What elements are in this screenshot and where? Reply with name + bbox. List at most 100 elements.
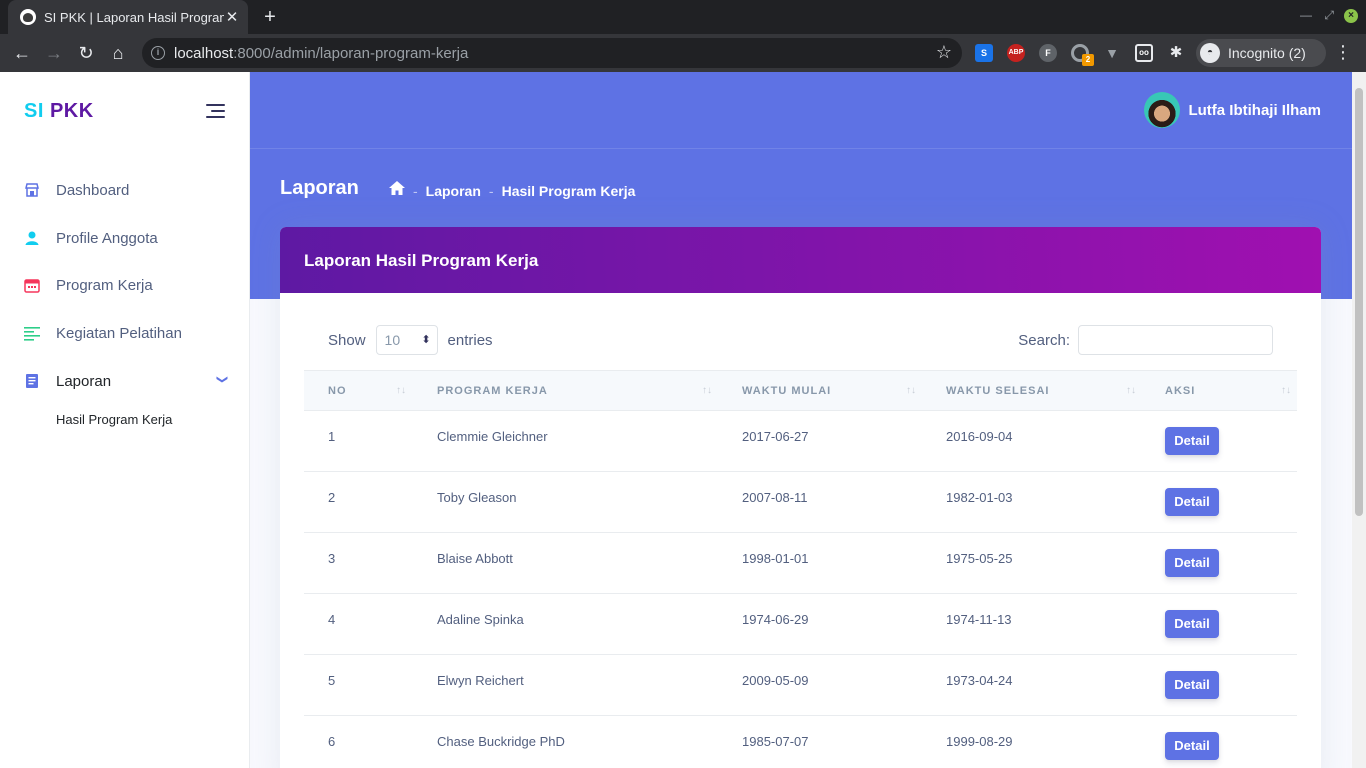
cell-waktu-selesai: 1974-11-13 [946, 612, 1012, 627]
detail-button[interactable]: Detail [1165, 671, 1219, 699]
incognito-label: Incognito (2) [1228, 45, 1306, 61]
incognito-icon: ◓ [1200, 43, 1220, 63]
window-close-icon[interactable]: × [1344, 9, 1358, 23]
cell-waktu-selesai: 1973-04-24 [946, 673, 1013, 688]
user-menu[interactable]: Lutfa Ibtihaji Ilham [1144, 92, 1321, 128]
sidebar-subitem-hasil-program-kerja[interactable]: Hasil Program Kerja [56, 412, 172, 427]
cell-program: Adaline Spinka [437, 612, 524, 627]
incognito-indicator[interactable]: ◓ Incognito (2) [1196, 39, 1326, 67]
sidebar-item-label: Kegiatan Pelatihan [56, 324, 182, 342]
sidebar-item-dashboard[interactable]: Dashboard [0, 170, 249, 210]
entries-select[interactable]: 10 [375, 325, 438, 355]
cell-waktu-mulai: 1985-07-07 [742, 734, 809, 749]
cell-program: Blaise Abbott [437, 551, 513, 566]
sort-asc-icon[interactable]: ↑↓ [396, 385, 406, 396]
chevron-down-icon[interactable]: ❯ [216, 375, 229, 384]
forward-icon[interactable]: → [41, 40, 67, 66]
detail-button[interactable]: Detail [1165, 549, 1219, 577]
page-scrollbar[interactable] [1352, 72, 1366, 768]
sidebar-item-program-kerja[interactable]: Program Kerja [0, 265, 249, 305]
address-bar[interactable]: i localhost:8000/admin/laporan-program-k… [142, 38, 962, 68]
scrollbar-thumb[interactable] [1355, 88, 1363, 516]
restore-icon[interactable]: ⤢ [1324, 8, 1334, 23]
sidebar-item-laporan[interactable]: Laporan ❯ [0, 361, 249, 401]
table-row: 2 Toby Gleason 2007-08-11 1982-01-03 Det… [304, 472, 1297, 533]
page-title: Laporan [280, 177, 359, 199]
detail-button[interactable]: Detail [1165, 732, 1219, 760]
column-header-waktu-mulai[interactable]: WAKTU MULAI [742, 385, 831, 397]
document-icon [24, 373, 40, 389]
align-left-icon [24, 325, 40, 341]
avatar[interactable] [1144, 92, 1181, 128]
cell-waktu-mulai: 2017-06-27 [742, 429, 809, 444]
cell-program: Toby Gleason [437, 490, 517, 505]
search-input[interactable] [1078, 325, 1273, 355]
incognito-favicon-icon [20, 9, 36, 25]
breadcrumb-item-laporan[interactable]: Laporan [426, 183, 481, 199]
entries-length-control: Show 10 entries [328, 325, 493, 355]
table-row: 3 Blaise Abbott 1998-01-01 1975-05-25 De… [304, 533, 1297, 594]
reload-icon[interactable]: ↻ [73, 40, 99, 66]
vue-devtools-icon[interactable]: ▼ [1103, 44, 1121, 62]
bookmark-star-icon[interactable]: ☆ [936, 42, 952, 63]
glasses-icon[interactable]: oo [1135, 44, 1153, 62]
column-header-no[interactable]: NO [328, 385, 347, 397]
brand-logo[interactable]: SI PKK [24, 100, 94, 123]
minimize-icon[interactable]: — [1300, 8, 1312, 22]
sidebar-item-profile-anggota[interactable]: Profile Anggota [0, 218, 249, 258]
sort-icon[interactable]: ↑↓ [1126, 385, 1136, 396]
cell-no: 2 [328, 490, 336, 505]
info-icon[interactable]: i [151, 46, 165, 60]
browser-tab[interactable]: SI PKK | Laporan Hasil Program Kerja ✕ [8, 0, 248, 34]
sidebar-item-kegiatan-pelatihan[interactable]: Kegiatan Pelatihan [0, 313, 249, 353]
report-card: Laporan Hasil Program Kerja Show 10 entr… [280, 227, 1321, 768]
header-divider [250, 148, 1366, 149]
extension-icon[interactable]: F [1039, 44, 1057, 62]
table-row: 1 Clemmie Gleichner 2017-06-27 2016-09-0… [304, 411, 1297, 472]
table-header: NO ↑↓ PROGRAM KERJA ↑↓ WAKTU MULAI ↑↓ WA… [304, 370, 1297, 411]
sidebar-item-label: Profile Anggota [56, 229, 158, 247]
column-header-program-kerja[interactable]: PROGRAM KERJA [437, 385, 548, 397]
calendar-icon [24, 277, 40, 293]
cell-waktu-selesai: 1982-01-03 [946, 490, 1013, 505]
cell-waktu-mulai: 2007-08-11 [742, 490, 808, 505]
column-header-waktu-selesai[interactable]: WAKTU SELESAI [946, 385, 1049, 397]
detail-button[interactable]: Detail [1165, 488, 1219, 516]
breadcrumb-separator: - [488, 182, 494, 199]
adblock-icon[interactable]: ABP [1007, 44, 1025, 62]
sort-icon[interactable]: ↑↓ [1281, 385, 1291, 396]
program-kerja-table: NO ↑↓ PROGRAM KERJA ↑↓ WAKTU MULAI ↑↓ WA… [304, 370, 1297, 768]
home-icon[interactable]: ⌂ [105, 40, 131, 66]
detail-button[interactable]: Detail [1165, 610, 1219, 638]
sidebar-item-label: Program Kerja [56, 276, 153, 294]
sort-icon[interactable]: ↑↓ [702, 385, 712, 396]
cell-no: 1 [328, 429, 336, 444]
cell-no: 5 [328, 673, 336, 688]
browser-tab-bar: SI PKK | Laporan Hasil Program Kerja ✕ +… [0, 0, 1366, 34]
breadcrumb-item-hasil-program-kerja: Hasil Program Kerja [501, 182, 636, 199]
back-icon[interactable]: ← [9, 40, 35, 66]
cell-waktu-mulai: 2009-05-09 [742, 673, 809, 688]
browser-toolbar: ← → ↻ ⌂ i localhost:8000/admin/laporan-p… [0, 34, 1366, 72]
user-name[interactable]: Lutfa Ibtihaji Ilham [1188, 102, 1321, 119]
cell-waktu-mulai: 1974-06-29 [742, 612, 809, 627]
search-label: Search: [1018, 331, 1070, 349]
sidenav-toggle-icon[interactable] [206, 104, 225, 118]
cell-program: Elwyn Reichert [437, 673, 524, 688]
sort-icon[interactable]: ↑↓ [906, 385, 916, 396]
url-text[interactable]: localhost:8000/admin/laporan-program-ker… [174, 45, 468, 62]
puzzle-icon[interactable]: ✱ [1167, 44, 1185, 62]
s-extension-icon[interactable]: S [975, 44, 993, 62]
breadcrumb: - Laporan - Hasil Program Kerja [389, 181, 635, 200]
tab-title: SI PKK | Laporan Hasil Program Kerja [44, 9, 224, 25]
cell-waktu-selesai: 2016-09-04 [946, 429, 1013, 444]
browser-menu-icon[interactable]: ⋮ [1334, 42, 1352, 63]
detail-button[interactable]: Detail [1165, 427, 1219, 455]
table-search: Search: [1018, 325, 1273, 355]
breadcrumb-separator: - [413, 182, 418, 199]
new-tab-icon[interactable]: + [258, 5, 282, 29]
column-header-aksi[interactable]: AKSI [1165, 385, 1195, 397]
home-icon[interactable] [389, 181, 405, 200]
tab-close-icon[interactable]: ✕ [224, 8, 240, 26]
table-row: 5 Elwyn Reichert 2009-05-09 1973-04-24 D… [304, 655, 1297, 716]
